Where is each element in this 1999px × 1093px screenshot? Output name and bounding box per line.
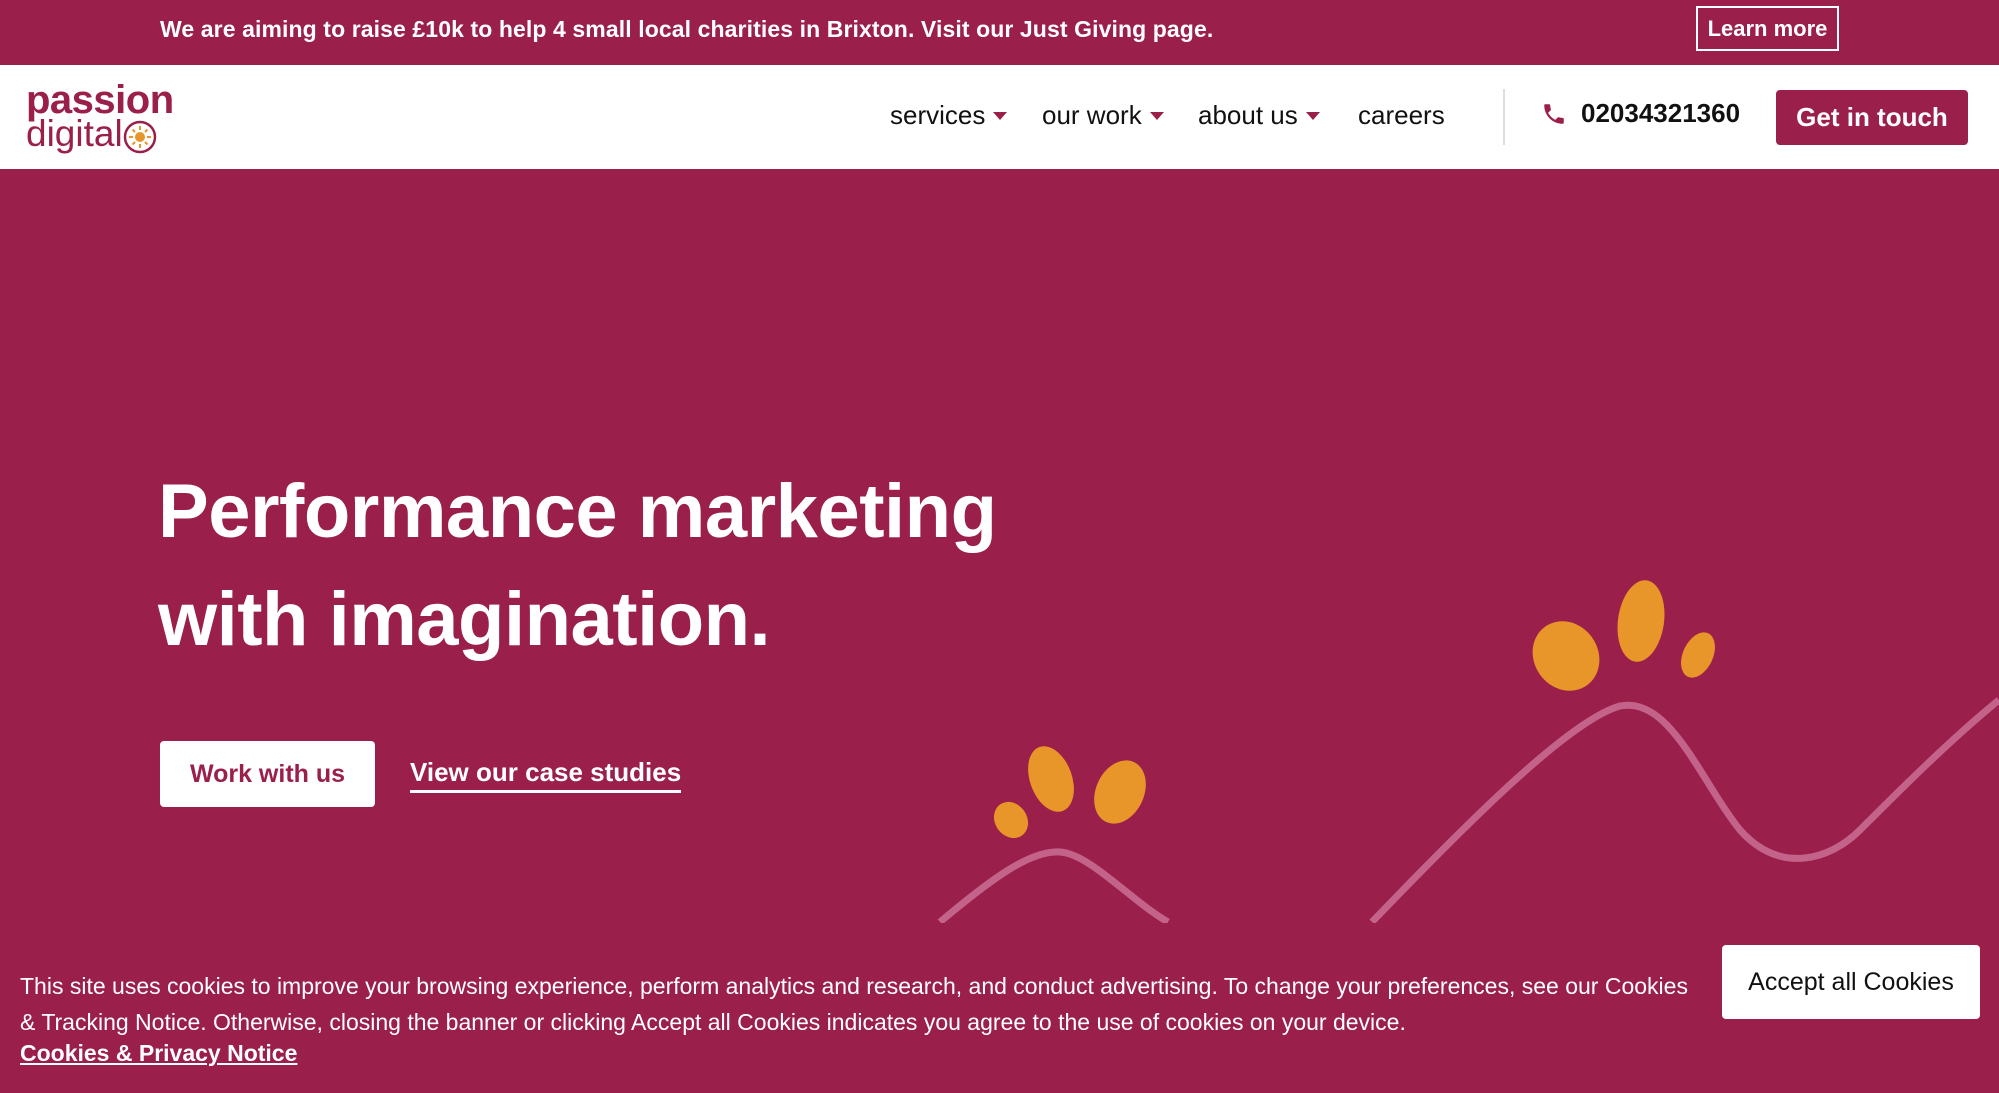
cookie-banner: This site uses cookies to improve your b… [0, 923, 1999, 1093]
case-studies-link[interactable]: View our case studies [410, 757, 682, 793]
cookie-privacy-link[interactable]: Cookies & Privacy Notice [20, 1040, 297, 1067]
accept-cookies-button[interactable]: Accept all Cookies [1722, 945, 1980, 1019]
hero-title-line2: with imagination. [158, 577, 771, 662]
leaf-shape [1617, 580, 1665, 662]
hero-title: Performance marketing with imagination. [158, 458, 1158, 674]
leaf-shape [1028, 746, 1074, 812]
leaf-shape [1094, 760, 1146, 824]
leaf-shape [1681, 632, 1715, 678]
hero-title-line1: Performance marketing [158, 469, 997, 554]
wave-line-large [1369, 697, 1999, 925]
leaf-shape [1532, 621, 1600, 691]
cookie-text: This site uses cookies to improve your b… [20, 973, 1688, 1035]
wave-line-small [937, 848, 1170, 926]
leaf-shape [993, 801, 1029, 839]
work-with-us-button[interactable]: Work with us [160, 741, 375, 807]
